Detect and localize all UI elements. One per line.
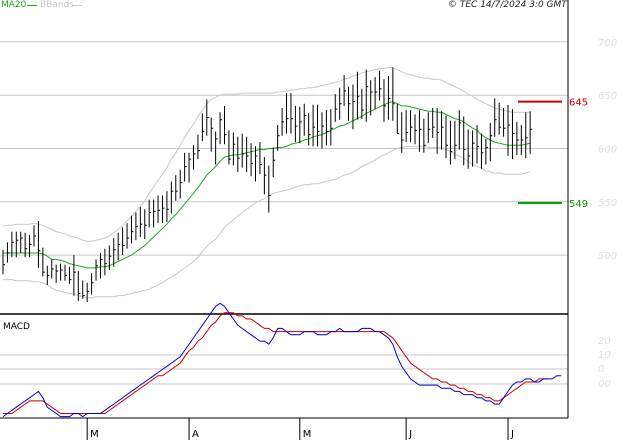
stock-chart: 7006506005505002010000M A M J J645549 (0, 0, 627, 440)
y-tick-label: 700 (598, 38, 617, 49)
ma20-legend-label: MA20 (1, 0, 27, 10)
x-tick-label: M (90, 429, 99, 440)
support-label: 549 (569, 199, 588, 210)
macd-y-tick-label: 10 (598, 350, 611, 361)
ma20-line (3, 101, 531, 269)
resistance-label: 645 (569, 98, 588, 109)
bband-upper-line (2, 67, 531, 242)
ma20-legend-swatch (27, 5, 37, 6)
y-tick-label: 600 (598, 144, 617, 155)
bband-lower-line (3, 145, 531, 299)
x-tick-label: J (510, 429, 514, 440)
macd-y-tick-label: 0 (598, 364, 604, 375)
chart-stage: 700 650 600 550 500 20 10 0 00 M A M J J 645 549 MA20 B… (0, 0, 627, 440)
macd-panel-title: MACD (3, 322, 30, 332)
macd-y-tick-label: 00 (598, 379, 611, 390)
x-tick-label: J (408, 429, 412, 440)
y-tick-label: 650 (598, 91, 617, 102)
y-tick-label: 500 (598, 251, 617, 262)
x-tick-label: A (192, 429, 199, 440)
y-tick-label: 550 (598, 198, 617, 209)
macd-line (2, 302, 562, 418)
macd-signal-line (3, 312, 548, 414)
bbands-legend-label: BBands (40, 0, 74, 10)
bbands-legend-swatch (72, 5, 82, 6)
x-tick-label: M (303, 429, 312, 440)
macd-y-tick-label: 20 (598, 336, 611, 347)
copyright-text: © TEC 14/7/2024 3:0 GMT (448, 0, 567, 10)
